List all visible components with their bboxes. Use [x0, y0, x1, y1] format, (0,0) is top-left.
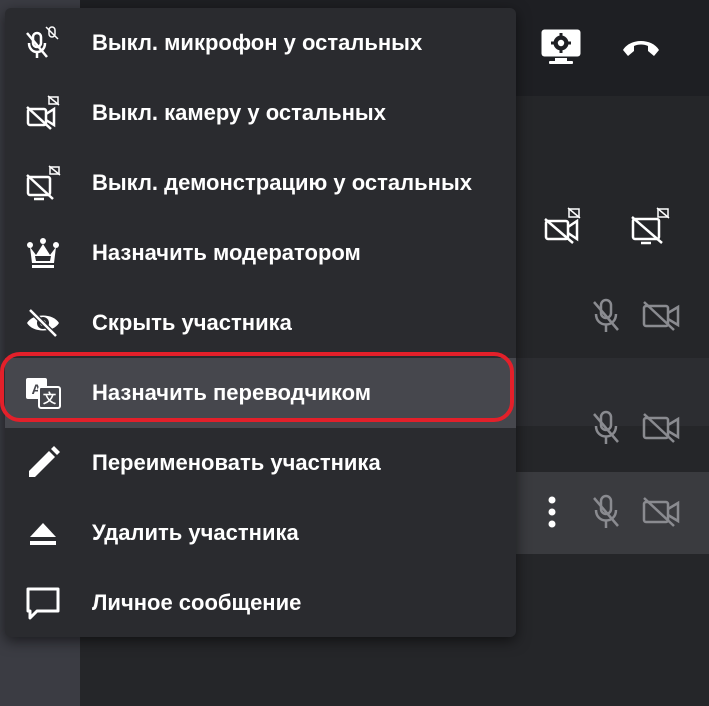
- hang-up-icon[interactable]: [620, 34, 662, 60]
- menu-item-private-message[interactable]: Личное сообщение: [5, 568, 516, 638]
- mic-off-icon[interactable]: [592, 298, 620, 334]
- menu-item-remove-participant[interactable]: Удалить участника: [5, 498, 516, 568]
- menu-item-make-moderator[interactable]: Назначить модератором: [5, 218, 516, 288]
- mic-off-all-icon: [25, 25, 61, 61]
- menu-item-label: Удалить участника: [92, 520, 299, 545]
- mic-off-icon[interactable]: [592, 494, 620, 530]
- eye-off-icon: [25, 305, 61, 341]
- crown-icon: [25, 235, 61, 271]
- screenshare-off-all-icon[interactable]: [630, 207, 670, 245]
- menu-item-hide-participant[interactable]: Скрыть участника: [5, 288, 516, 358]
- more-vertical-icon[interactable]: [546, 496, 558, 528]
- menu-item-mute-all-mics[interactable]: Выкл. микрофон у остальных: [5, 8, 516, 78]
- camera-off-icon[interactable]: [642, 300, 680, 332]
- menu-item-label: Назначить модератором: [92, 240, 361, 265]
- menu-item-label: Личное сообщение: [92, 590, 302, 615]
- camera-off-all-icon: [25, 95, 61, 131]
- eject-icon: [25, 515, 61, 551]
- menu-item-label: Выкл. камеру у остальных: [92, 100, 386, 125]
- camera-off-icon[interactable]: [642, 412, 680, 444]
- screenshare-off-all-icon: [25, 165, 61, 201]
- menu-item-disable-all-cameras[interactable]: Выкл. камеру у остальных: [5, 78, 516, 148]
- menu-item-label: Скрыть участника: [92, 310, 292, 335]
- menu-item-rename-participant[interactable]: Переименовать участника: [5, 428, 516, 498]
- camera-off-icon[interactable]: [642, 496, 680, 528]
- highlight-ring: [0, 352, 514, 422]
- camera-off-all-icon[interactable]: [543, 207, 583, 245]
- screen-settings-icon[interactable]: [540, 28, 582, 66]
- chat-bubble-icon: [25, 585, 61, 621]
- pencil-icon: [25, 445, 61, 481]
- participant-context-menu: Выкл. микрофон у остальных Выкл. камеру …: [5, 8, 516, 637]
- menu-item-label: Выкл. демонстрацию у остальных: [92, 170, 472, 195]
- menu-item-disable-all-screenshare[interactable]: Выкл. демонстрацию у остальных: [5, 148, 516, 218]
- mic-off-icon[interactable]: [592, 410, 620, 446]
- menu-item-label: Выкл. микрофон у остальных: [92, 30, 423, 55]
- menu-item-label: Переименовать участника: [92, 450, 381, 475]
